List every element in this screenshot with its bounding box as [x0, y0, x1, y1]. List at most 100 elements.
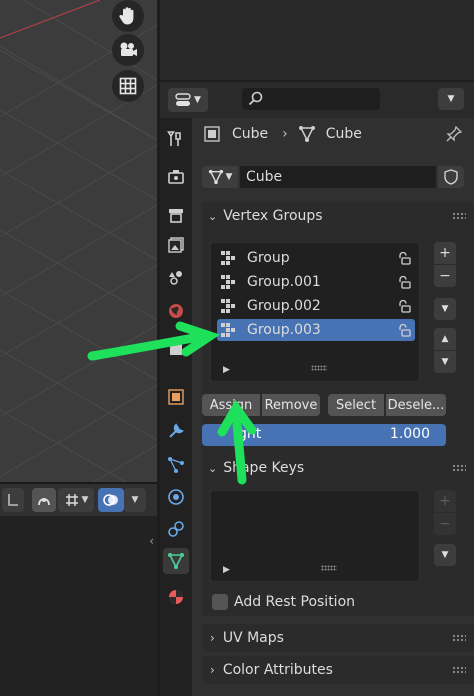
- tool-icon[interactable]: [163, 126, 189, 152]
- pivot-point-dropdown[interactable]: ▼: [58, 488, 94, 512]
- vertex-group-item[interactable]: Group.001: [217, 271, 415, 293]
- chevron-down-icon: ▼: [225, 172, 233, 182]
- vertex-group-label: Group.001: [247, 274, 321, 290]
- search-icon: [248, 91, 263, 106]
- chevron-right-icon: ›: [210, 631, 215, 645]
- color-attributes-title: Color Attributes: [222, 662, 333, 678]
- 3d-viewport[interactable]: [0, 0, 157, 484]
- add-vertex-group-button[interactable]: +: [434, 242, 456, 264]
- lock-icon[interactable]: [397, 251, 411, 265]
- mesh-data-icon: [298, 126, 315, 142]
- grid-icon[interactable]: [112, 70, 144, 102]
- vertex-group-label: Group.002: [247, 298, 321, 314]
- vertex-groups-header[interactable]: ⌄ Vertex Groups: [202, 202, 474, 230]
- lock-icon[interactable]: [397, 299, 411, 313]
- move-down-button[interactable]: ▼: [434, 351, 456, 373]
- drag-handle-icon[interactable]: [452, 634, 466, 642]
- remove-shape-key-button[interactable]: −: [434, 513, 456, 535]
- drag-handle-icon[interactable]: [452, 464, 466, 472]
- deselect-button[interactable]: Desele...: [386, 394, 446, 416]
- uv-maps-panel[interactable]: › UV Maps: [202, 624, 474, 652]
- list-filter-toggle-icon[interactable]: ▶: [223, 365, 230, 375]
- properties-tabs: [160, 118, 192, 696]
- modifier-icon[interactable]: [163, 418, 189, 444]
- list-resize-handle[interactable]: [321, 565, 337, 571]
- vertex-group-item[interactable]: Group: [217, 247, 415, 269]
- view-layer-icon[interactable]: [163, 232, 189, 258]
- assign-button[interactable]: Assign: [202, 394, 260, 416]
- world-icon[interactable]: [163, 298, 189, 324]
- lock-icon[interactable]: [397, 323, 411, 337]
- checkbox-box[interactable]: [212, 594, 228, 610]
- hand-icon[interactable]: [112, 0, 144, 32]
- scene-icon[interactable]: [163, 264, 189, 290]
- vertex-group-icon: [221, 323, 235, 337]
- mesh-name-field[interactable]: Cube: [240, 166, 436, 188]
- search-input[interactable]: [242, 88, 380, 110]
- mesh-name-value: Cube: [246, 169, 283, 185]
- color-attributes-panel[interactable]: › Color Attributes: [202, 656, 474, 684]
- weight-label: ght: [238, 426, 262, 442]
- particles-icon[interactable]: [163, 452, 189, 478]
- vertex-group-item[interactable]: Group.003: [217, 319, 415, 341]
- overlays-button[interactable]: [98, 488, 124, 512]
- add-shape-key-button[interactable]: +: [434, 490, 456, 512]
- properties-editor: ▼ ▼ Cube › Cube ▼ Cube ⌄ Vertex Groups G…: [160, 82, 474, 696]
- chevron-down-icon: ⌄: [208, 461, 218, 475]
- shape-keys-list[interactable]: ▶: [210, 490, 420, 582]
- vertex-group-specials-dropdown[interactable]: ▼: [434, 298, 456, 320]
- shape-keys-header[interactable]: ⌄ Shape Keys: [202, 454, 474, 482]
- select-button[interactable]: Select: [328, 394, 384, 416]
- chevron-down-icon: ▼: [131, 495, 139, 505]
- shape-key-specials-dropdown[interactable]: ▼: [434, 544, 456, 566]
- shape-keys-title: Shape Keys: [223, 460, 305, 476]
- uv-maps-title: UV Maps: [222, 630, 284, 646]
- shield-icon: [444, 169, 458, 185]
- weight-slider[interactable]: ght 1.000: [202, 424, 446, 446]
- output-icon[interactable]: [163, 202, 189, 228]
- add-rest-position-label: Add Rest Position: [234, 594, 356, 610]
- material-icon[interactable]: [163, 584, 189, 610]
- vertex-group-item[interactable]: Group.002: [217, 295, 415, 317]
- vertex-group-label: Group: [247, 250, 290, 266]
- fake-user-button[interactable]: [438, 166, 464, 188]
- object-icon: [204, 126, 220, 142]
- options-dropdown[interactable]: ▼: [438, 88, 464, 110]
- lock-icon[interactable]: [397, 275, 411, 289]
- drag-handle-icon[interactable]: [452, 666, 466, 674]
- collapse-arrow-icon[interactable]: ‹: [149, 534, 154, 548]
- remove-vertex-group-button[interactable]: −: [434, 265, 456, 287]
- collection-icon[interactable]: [163, 336, 189, 362]
- editor-type-dropdown[interactable]: ▼: [168, 88, 208, 112]
- uv-maps-header[interactable]: › UV Maps: [202, 624, 474, 652]
- mesh-data-icon: [208, 169, 223, 185]
- physics-icon[interactable]: [163, 484, 189, 510]
- object-icon[interactable]: [163, 384, 189, 410]
- drag-handle-icon[interactable]: [452, 212, 466, 220]
- pin-icon[interactable]: [446, 125, 463, 146]
- constraints-icon[interactable]: [163, 516, 189, 542]
- proportional-editing-icon[interactable]: [32, 488, 56, 512]
- data-icon[interactable]: [163, 548, 189, 574]
- color-attributes-header[interactable]: › Color Attributes: [202, 656, 474, 684]
- render-icon[interactable]: [163, 164, 189, 190]
- breadcrumb-mesh-name: Cube: [325, 126, 362, 142]
- properties-icon: [175, 93, 191, 106]
- chevron-down-icon: ▼: [447, 94, 455, 104]
- add-rest-position-checkbox[interactable]: Add Rest Position: [212, 592, 355, 612]
- timeline-area: ‹: [0, 516, 157, 696]
- list-filter-toggle-icon[interactable]: ▶: [223, 565, 230, 575]
- remove-button[interactable]: Remove: [262, 394, 320, 416]
- vertex-groups-list[interactable]: Group Group.001 Group.002 Group.003 ▶: [210, 242, 420, 382]
- list-resize-handle[interactable]: [311, 365, 327, 371]
- properties-content: Cube › Cube ▼ Cube ⌄ Vertex Groups Group…: [192, 118, 474, 696]
- vertex-groups-title: Vertex Groups: [223, 208, 323, 224]
- outliner-area: [160, 0, 474, 80]
- snap-icon[interactable]: [2, 488, 24, 512]
- chevron-down-icon: ▼: [194, 95, 201, 105]
- overlays-dropdown[interactable]: ▼: [124, 488, 146, 512]
- move-up-button[interactable]: ▲: [434, 328, 456, 350]
- chevron-down-icon: ▼: [81, 495, 89, 505]
- camera-icon[interactable]: [112, 34, 144, 66]
- mesh-browse-dropdown[interactable]: ▼: [202, 166, 238, 188]
